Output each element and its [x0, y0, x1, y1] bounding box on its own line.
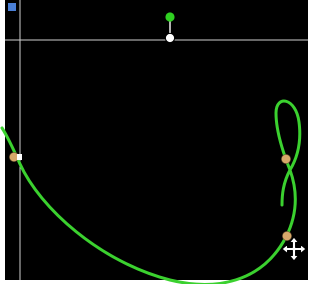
move-cursor-icon: [281, 236, 307, 262]
canvas-background: [5, 0, 308, 280]
selected-point-marker[interactable]: [17, 154, 22, 160]
top-center-handle[interactable]: [164, 32, 176, 44]
corner-marker-icon: [8, 3, 16, 11]
editor-canvas[interactable]: [0, 0, 312, 284]
editor-canvas-frame: [0, 0, 312, 284]
anchor-point-right[interactable]: [281, 154, 291, 164]
rotation-handle-icon[interactable]: [165, 12, 175, 22]
